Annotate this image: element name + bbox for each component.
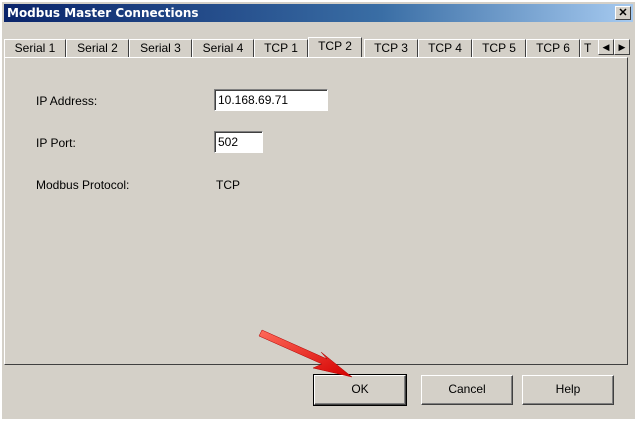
tab-tcp-2[interactable]: TCP 2 (308, 37, 362, 57)
red-arrow-annotation (258, 329, 353, 378)
red-arrow-shape (258, 329, 353, 378)
